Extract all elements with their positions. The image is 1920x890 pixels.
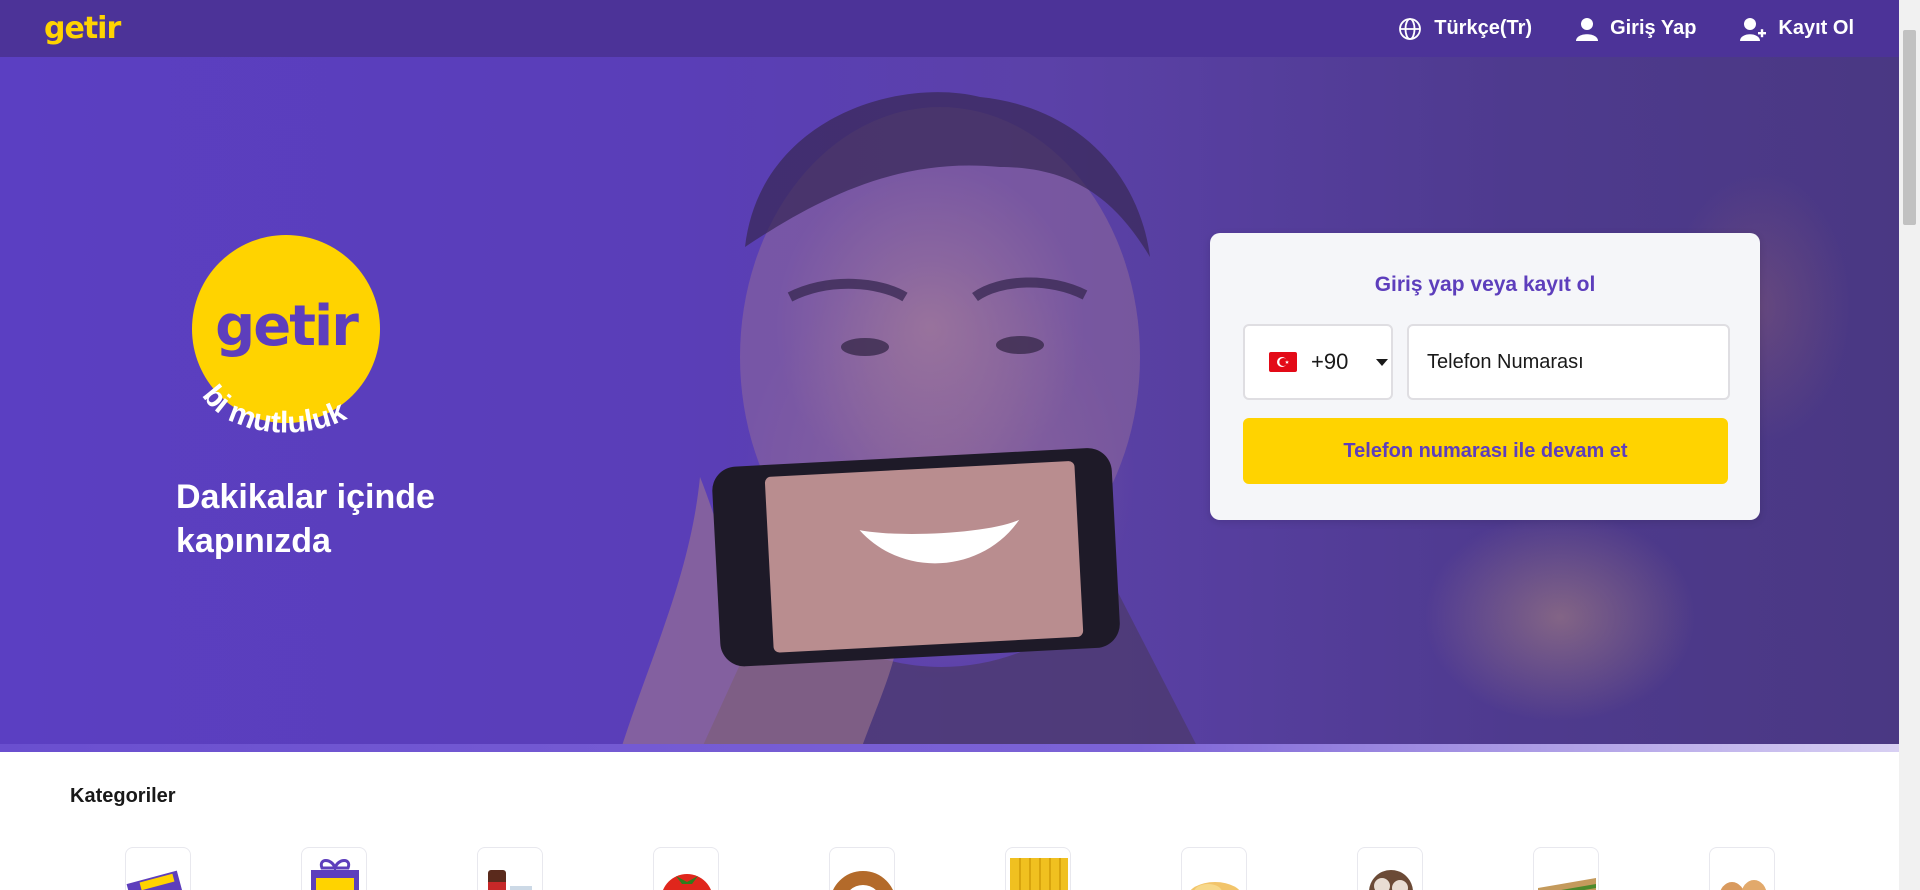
chips-icon: [1190, 882, 1240, 890]
category-pasta[interactable]: [1005, 847, 1071, 890]
add-user-icon: [1740, 17, 1767, 41]
scrollbar-thumb[interactable]: [1903, 30, 1916, 225]
top-navbar: getir Türkçe(Tr) Giriş Yap Kayıt Ol: [0, 0, 1899, 57]
hero-banner: getir bi mutluluk Dakikalar içinde kapın…: [0, 57, 1899, 752]
phone-number-input[interactable]: [1407, 324, 1730, 400]
hero-tagline: bi mutluluk: [196, 379, 351, 440]
globe-icon: [1399, 17, 1422, 40]
login-label: Giriş Yap: [1610, 17, 1697, 39]
hero-logo-text: getir: [215, 293, 359, 359]
category-icecream[interactable]: [1357, 847, 1423, 890]
turkey-flag-icon: [1269, 352, 1297, 372]
category-gift[interactable]: [301, 847, 367, 890]
header-logo[interactable]: getir: [44, 13, 121, 44]
svg-text:bi mutluluk: bi mutluluk: [196, 379, 351, 440]
eggs-icon: [1720, 880, 1767, 890]
category-snacks[interactable]: [1181, 847, 1247, 890]
category-bakery[interactable]: [829, 847, 895, 890]
ice-cream-icon: [1369, 870, 1413, 890]
user-icon: [1576, 17, 1599, 41]
login-card-title: Giriş yap veya kayıt ol: [1374, 273, 1596, 296]
continue-with-phone-button[interactable]: Telefon numarası ile devam et: [1243, 418, 1728, 484]
category-yeni[interactable]: [125, 847, 191, 890]
tomato-icon: [663, 874, 711, 890]
language-selector[interactable]: Türkçe(Tr): [1398, 17, 1532, 41]
page-scrollbar[interactable]: [1899, 0, 1920, 890]
pasta-icon: [1010, 858, 1068, 890]
categories-title: Kategoriler: [70, 785, 176, 807]
yeni-badge-icon: [126, 870, 188, 890]
hero-bottom-stripe: [0, 744, 1899, 752]
signup-label: Kayıt Ol: [1778, 17, 1854, 39]
header-nav: Türkçe(Tr) Giriş Yap Kayıt Ol: [1398, 17, 1855, 41]
drink-icon: [488, 870, 532, 890]
sandwich-icon: [1538, 878, 1596, 890]
country-code-select[interactable]: +90: [1243, 324, 1393, 400]
category-vegetables[interactable]: [653, 847, 719, 890]
tagline-text: bi mutluluk: [196, 379, 351, 440]
gift-percent-icon: [311, 859, 359, 890]
categories-row: [125, 847, 1775, 890]
language-label: Türkçe(Tr): [1434, 17, 1533, 39]
bread-icon: [833, 871, 893, 890]
country-code-value: +90: [1311, 349, 1349, 374]
category-breakfast[interactable]: [1709, 847, 1775, 890]
chevron-down-icon: [1376, 358, 1389, 366]
login-card: Giriş yap veya kayıt ol +90 Telefon numa…: [1210, 233, 1760, 520]
signup-link[interactable]: Kayıt Ol: [1740, 17, 1854, 41]
category-ready-food[interactable]: [1533, 847, 1599, 890]
category-drinks[interactable]: [477, 847, 543, 890]
hero-title: Dakikalar içinde kapınızda: [176, 478, 435, 560]
login-link[interactable]: Giriş Yap: [1576, 17, 1696, 41]
